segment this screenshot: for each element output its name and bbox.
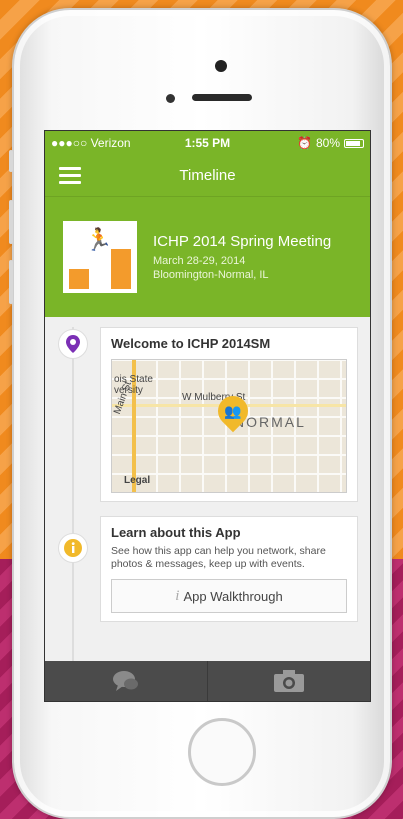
app-walkthrough-label: App Walkthrough <box>183 588 283 604</box>
menu-icon[interactable] <box>59 167 81 184</box>
location-pin-icon <box>58 329 88 359</box>
welcome-card-title: Welcome to ICHP 2014SM <box>111 336 271 351</box>
event-banner: 🏃 ICHP 2014 Spring Meeting March 28-29, … <box>45 197 370 317</box>
nav-title: Timeline <box>179 167 236 184</box>
battery-icon <box>344 138 364 148</box>
earpiece-speaker <box>192 94 252 101</box>
proximity-sensor <box>166 94 175 103</box>
learn-card-title: Learn about this App <box>111 525 241 540</box>
timeline-feed: Welcome to ICHP 2014SM ois State versity… <box>45 317 370 701</box>
event-dates: March 28-29, 2014 <box>153 254 246 267</box>
event-logo: 🏃 <box>63 221 137 293</box>
app-screen: ●●●○○ Verizon 1:55 PM ⏰ 80% Timeline 🏃 I… <box>44 130 371 702</box>
volume-up-button <box>9 200 13 244</box>
learn-card: Learn about this App See how this app ca… <box>100 516 358 622</box>
camera-icon <box>274 670 304 692</box>
nav-bar: Timeline <box>45 155 370 197</box>
mute-switch <box>9 150 13 172</box>
clock: 1:55 PM <box>184 136 231 150</box>
info-icon <box>58 533 88 563</box>
runner-icon: 🏃 <box>85 227 113 252</box>
volume-down-button <box>9 260 13 304</box>
learn-card-description: See how this app can help you network, s… <box>111 545 326 570</box>
event-name: ICHP 2014 Spring Meeting <box>153 232 332 250</box>
people-icon: 👥 <box>224 402 242 419</box>
event-location: Bloomington-Normal, IL <box>153 268 269 281</box>
info-glyph-icon: i <box>175 587 180 604</box>
tab-messages[interactable] <box>45 661 207 701</box>
welcome-card[interactable]: Welcome to ICHP 2014SM ois State versity… <box>100 327 358 502</box>
front-camera <box>215 60 227 72</box>
home-button[interactable] <box>188 718 256 786</box>
map-legal-link[interactable]: Legal <box>124 475 150 486</box>
app-walkthrough-button[interactable]: i App Walkthrough <box>111 579 347 613</box>
event-map[interactable]: ois State versity W Mulberry St Main St … <box>111 359 347 493</box>
status-bar: ●●●○○ Verizon 1:55 PM ⏰ 80% <box>45 131 370 155</box>
tab-camera[interactable] <box>207 661 370 701</box>
tab-bar <box>45 661 370 701</box>
timeline-line <box>72 327 74 701</box>
chat-bubbles-icon <box>113 671 138 691</box>
